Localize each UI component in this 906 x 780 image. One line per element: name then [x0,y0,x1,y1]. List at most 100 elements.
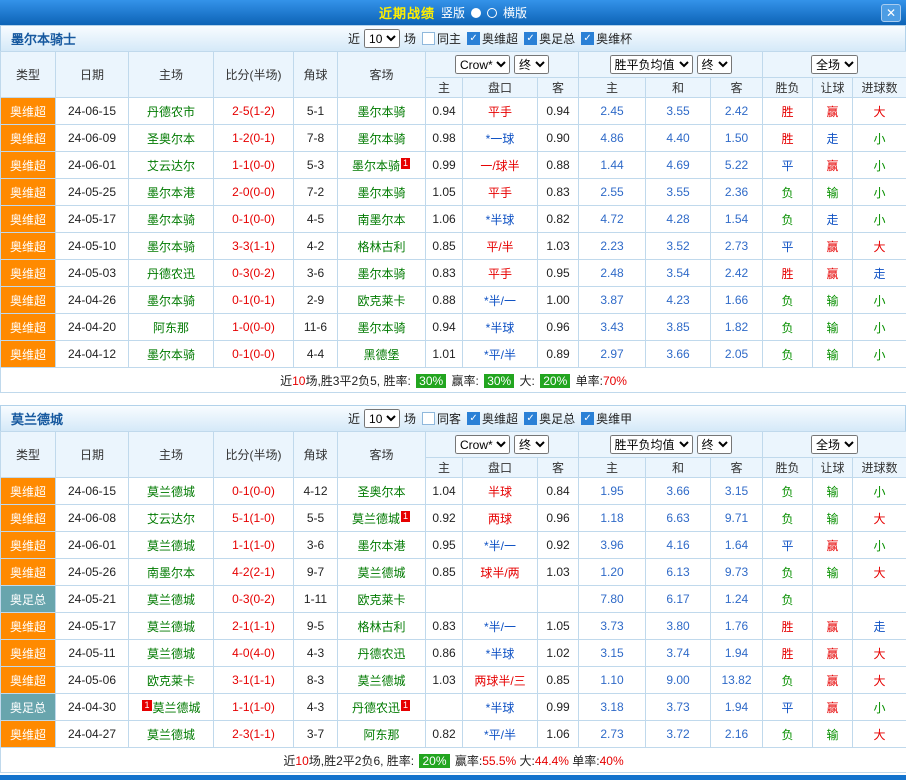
filter-checkbox-label: 奥维超 [482,30,518,47]
asian-handicap: 平手 [463,260,538,287]
score: 2-0(0-0) [214,179,294,206]
scope-select[interactable]: 全场 [811,55,858,74]
home-team: 莫兰德城 [129,721,214,748]
euro-away-odds: 2.42 [711,98,763,125]
filter-checkbox-1-1[interactable]: ✓ [467,412,480,425]
corner-score: 2-9 [294,287,338,314]
away-team: 南墨尔本 [338,206,426,233]
vertical-layout-radio[interactable] [471,8,481,18]
match-date: 24-05-06 [56,667,129,694]
rate-badge: 20% [419,754,449,768]
corner-score: 8-3 [294,667,338,694]
league-type: 奥维超 [1,341,56,368]
euro-away-odds: 2.05 [711,341,763,368]
euro-home-odds: 3.96 [579,532,646,559]
handicap-result: 输 [813,505,853,532]
euro-home-odds: 1.10 [579,667,646,694]
rate-value: 10 [295,754,308,768]
league-type: 奥维超 [1,179,56,206]
league-type: 奥维超 [1,152,56,179]
handicap-result: 赢 [813,640,853,667]
euro-home-odds: 3.43 [579,314,646,341]
euro-away-odds: 2.36 [711,179,763,206]
asian-away-odds: 1.00 [538,287,579,314]
close-icon[interactable]: ✕ [881,4,901,22]
overunder-result: 大 [853,667,906,694]
euro-home-odds: 3.18 [579,694,646,721]
euro-state-select[interactable]: 终 [697,55,732,74]
handicap-result: 赢 [813,667,853,694]
horizontal-layout-radio[interactable] [487,8,497,18]
handicap-result: 赢 [813,613,853,640]
scope-select[interactable]: 全场 [811,435,858,454]
column-header: 让球 [813,458,853,478]
overunder-result: 走 [853,613,906,640]
score: 4-2(2-1) [214,559,294,586]
filter-checkbox-0-2[interactable]: ✓ [524,32,537,45]
score: 2-1(1-1) [214,613,294,640]
asian-handicap: *半/一 [463,613,538,640]
score: 3-3(1-1) [214,233,294,260]
filter-checkbox-1-2[interactable]: ✓ [524,412,537,425]
rate-badge: 30% [484,374,514,388]
team-note-badge: 1 [401,700,410,711]
euro-away-odds: 3.15 [711,478,763,505]
euro-odds-select[interactable]: 胜平负均值 [610,55,693,74]
filter-checkbox-label: 奥维超 [482,410,518,427]
match-count-select[interactable]: 10 [364,409,400,428]
filter-checkbox-0-1[interactable]: ✓ [467,32,480,45]
column-header: 进球数 [853,78,906,98]
league-type: 奥维超 [1,233,56,260]
asian-home-odds: 0.85 [426,233,463,260]
match-date: 24-06-15 [56,478,129,505]
asian-away-odds: 0.90 [538,125,579,152]
home-team: 丹德农市 [129,98,214,125]
asian-home-odds: 0.85 [426,559,463,586]
result-wdl: 负 [763,206,813,233]
asian-home-odds: 0.83 [426,260,463,287]
euro-state-select[interactable]: 终 [697,435,732,454]
column-header: 比分(半场) [214,52,294,98]
home-team: 南墨尔本 [129,559,214,586]
asian-away-odds: 0.96 [538,505,579,532]
match-row: 奥维超 24-06-15 丹德农市 2-5(1-2) 5-1 墨尔本骑 0.94… [1,98,906,125]
filter-checkbox-0-3[interactable]: ✓ [581,32,594,45]
euro-draw-odds: 6.17 [646,586,711,613]
bookmaker-select[interactable]: Crow* [455,55,510,74]
column-header: 和 [646,78,711,98]
score: 0-3(0-2) [214,586,294,613]
filter-checkbox-1-3[interactable]: ✓ [581,412,594,425]
euro-home-odds: 2.23 [579,233,646,260]
away-team: 墨尔本骑 [338,98,426,125]
match-row: 奥维超 24-06-01 莫兰德城 1-1(1-0) 3-6 墨尔本港 0.95… [1,532,906,559]
bookmaker-state-select[interactable]: 终 [514,435,549,454]
column-header: 类型 [1,52,56,98]
corner-score: 3-6 [294,532,338,559]
column-header: 让球 [813,78,853,98]
match-date: 24-04-26 [56,287,129,314]
match-date: 24-06-01 [56,532,129,559]
overunder-result: 大 [853,721,906,748]
home-team: 墨尔本骑 [129,206,214,233]
filter-checkbox-0-0[interactable] [422,32,435,45]
home-team: 墨尔本骑 [129,233,214,260]
corner-score: 5-3 [294,152,338,179]
league-type: 奥足总 [1,586,56,613]
result-wdl: 胜 [763,260,813,287]
euro-home-odds: 2.48 [579,260,646,287]
column-header: 客 [538,458,579,478]
bookmaker-select[interactable]: Crow* [455,435,510,454]
match-date: 24-06-01 [56,152,129,179]
overunder-result: 走 [853,260,906,287]
euro-odds-select[interactable]: 胜平负均值 [610,435,693,454]
match-count-select[interactable]: 10 [364,29,400,48]
score: 3-1(1-1) [214,667,294,694]
asian-away-odds: 1.02 [538,640,579,667]
team-section: 莫兰德城 近 10 场 同客✓奥维超✓奥足总✓奥维甲 类型日期主场比分(半场)角… [0,405,906,773]
bookmaker-state-select[interactable]: 终 [514,55,549,74]
filter-checkbox-1-0[interactable] [422,412,435,425]
rate-badge: 20% [540,374,570,388]
score: 0-3(0-2) [214,260,294,287]
euro-draw-odds: 3.74 [646,640,711,667]
bottom-border-bar [0,775,906,780]
